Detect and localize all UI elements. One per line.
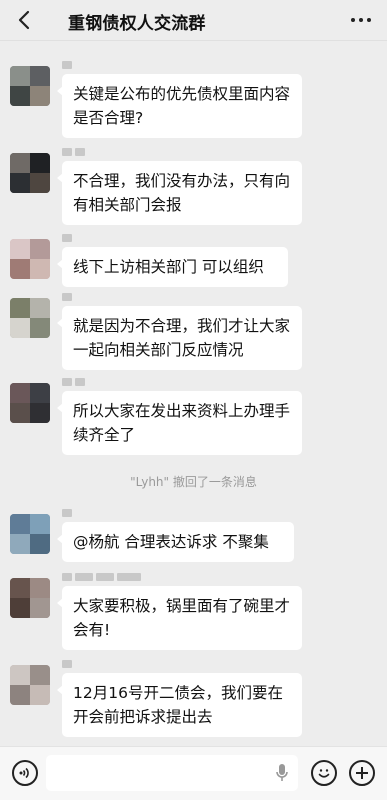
- recall-notice: "Lyhh" 撤回了一条消息: [130, 475, 257, 489]
- message-item: @杨航 合理表达诉求 不聚集: [0, 508, 387, 562]
- avatar[interactable]: [10, 298, 50, 338]
- avatar[interactable]: [10, 153, 50, 193]
- message-bubble[interactable]: 不合理，我们没有办法，只有向有相关部门会报: [57, 161, 302, 225]
- more-button[interactable]: [347, 8, 375, 32]
- sender-name: [62, 572, 141, 582]
- message-item: 12月16号开二债会，我们要在开会前把诉求提出去: [0, 659, 387, 737]
- voice-button[interactable]: [12, 760, 38, 786]
- avatar[interactable]: [10, 383, 50, 423]
- chat-header: 重钢债权人交流群: [0, 0, 387, 41]
- message-bubble[interactable]: 所以大家在发出来资料上办理手续齐全了: [57, 391, 302, 455]
- sender-name: [62, 292, 72, 302]
- message-bubble[interactable]: 12月16号开二债会，我们要在开会前把诉求提出去: [57, 673, 302, 737]
- sender-name: [62, 147, 85, 157]
- chat-title: 重钢债权人交流群: [68, 14, 206, 34]
- plus-icon: [356, 767, 368, 779]
- message-list[interactable]: 关键是公布的优先债权里面内容是否合理? 不合理，我们没有办法，只有向有相关部门会…: [0, 40, 387, 746]
- avatar[interactable]: [10, 239, 50, 279]
- avatar[interactable]: [10, 514, 50, 554]
- input-bar: [0, 746, 387, 800]
- message-item: 线下上访相关部门 可以组织: [0, 233, 387, 287]
- message-bubble[interactable]: 就是因为不合理，我们才让大家一起向相关部门反应情况: [57, 306, 302, 370]
- emoji-button[interactable]: [311, 760, 337, 786]
- sender-name: [62, 508, 72, 518]
- emoji-icon: [318, 769, 330, 778]
- sender-name: [62, 233, 72, 243]
- message-item: 不合理，我们没有办法，只有向有相关部门会报: [0, 147, 387, 225]
- message-bubble[interactable]: 关键是公布的优先债权里面内容是否合理?: [57, 74, 302, 138]
- avatar[interactable]: [10, 66, 50, 106]
- microphone-icon[interactable]: [274, 763, 290, 783]
- avatar[interactable]: [10, 665, 50, 705]
- sender-name: [62, 60, 72, 70]
- sender-name: [62, 377, 85, 387]
- message-bubble[interactable]: 大家要积极，锅里面有了碗里才会有!: [57, 586, 302, 650]
- message-item: 所以大家在发出来资料上办理手续齐全了: [0, 377, 387, 455]
- more-dots-icon: [351, 18, 371, 22]
- avatar[interactable]: [10, 578, 50, 618]
- voice-icon: [19, 767, 29, 779]
- message-input[interactable]: [46, 755, 298, 791]
- chat-window: 重钢债权人交流群 关键是公布的优先债权里面内容是否合理? 不合理，我们没有办法，…: [0, 0, 387, 800]
- message-bubble[interactable]: @杨航 合理表达诉求 不聚集: [57, 522, 294, 562]
- chevron-left-icon: [18, 10, 30, 30]
- back-button[interactable]: [12, 8, 36, 32]
- message-item: 关键是公布的优先债权里面内容是否合理?: [0, 60, 387, 138]
- message-bubble[interactable]: 线下上访相关部门 可以组织: [57, 247, 288, 287]
- message-item: 大家要积极，锅里面有了碗里才会有!: [0, 572, 387, 650]
- sender-name: [62, 659, 72, 669]
- message-item: 就是因为不合理，我们才让大家一起向相关部门反应情况: [0, 292, 387, 370]
- plus-button[interactable]: [349, 760, 375, 786]
